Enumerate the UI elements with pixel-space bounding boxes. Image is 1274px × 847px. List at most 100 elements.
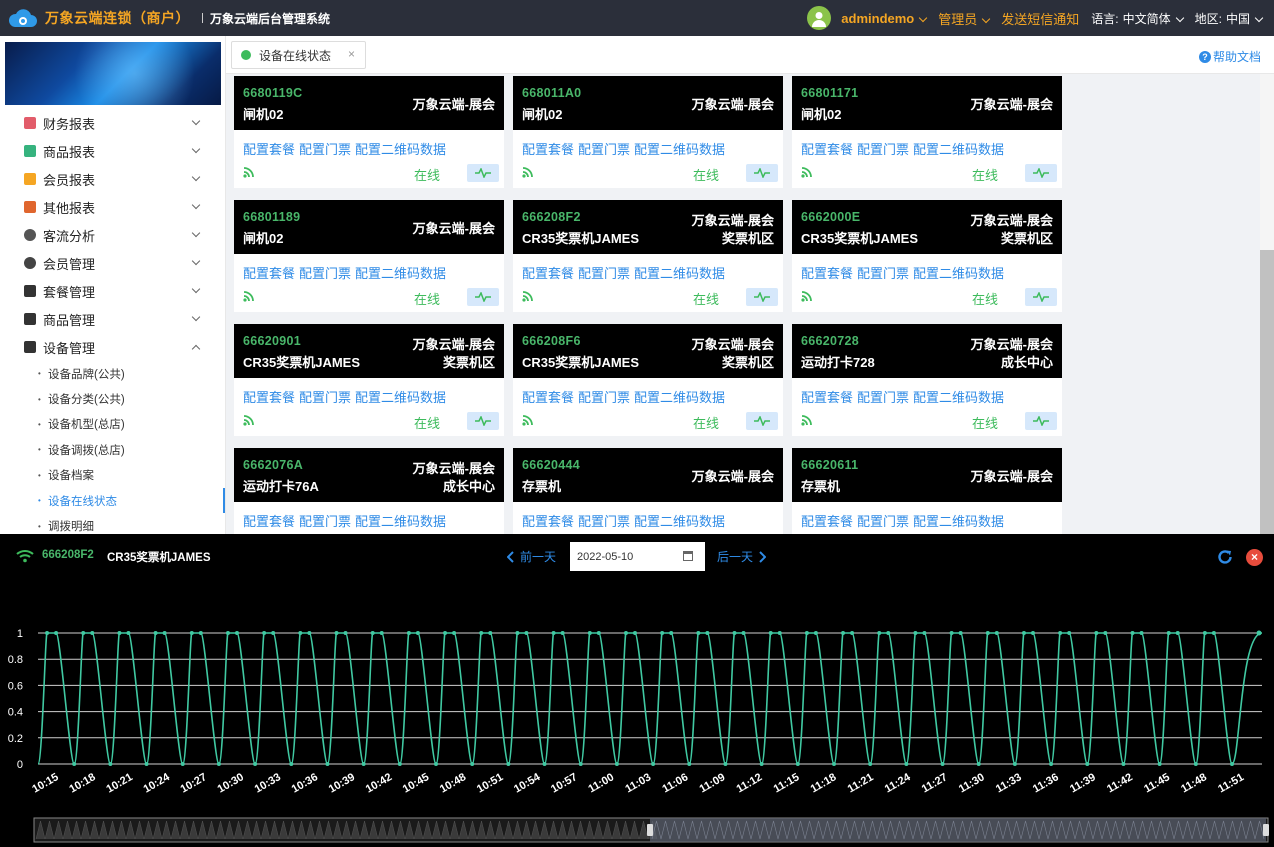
avatar[interactable] (807, 6, 832, 30)
config-package-link[interactable]: 配置套餐 (801, 514, 853, 529)
device-card-header: 6680119C 闸机02 万象云端-展会 (234, 76, 504, 130)
config-qrcode-link[interactable]: 配置二维码数据 (355, 142, 446, 157)
config-package-link[interactable]: 配置套餐 (522, 266, 574, 281)
send-sms-link[interactable]: 发送短信通知 (1001, 9, 1079, 28)
config-ticket-link[interactable]: 配置门票 (299, 266, 351, 281)
submenu-item[interactable]: 设备品牌(公共) (0, 361, 225, 386)
config-qrcode-link[interactable]: 配置二维码数据 (913, 142, 1004, 157)
zoom-handle-left[interactable] (647, 824, 653, 836)
config-ticket-link[interactable]: 配置门票 (857, 266, 909, 281)
config-package-link[interactable]: 配置套餐 (522, 390, 574, 405)
config-package-link[interactable]: 配置套餐 (801, 390, 853, 405)
x-tick-label: 10:57 (549, 771, 579, 795)
config-ticket-link[interactable]: 配置门票 (578, 266, 630, 281)
config-package-link[interactable]: 配置套餐 (801, 266, 853, 281)
chevron-down-icon (191, 256, 201, 266)
config-package-link[interactable]: 配置套餐 (243, 390, 295, 405)
sidebar-item-5[interactable]: 会员管理 (0, 249, 225, 277)
username-dropdown[interactable]: admindemo (841, 11, 928, 26)
config-package-link[interactable]: 配置套餐 (243, 514, 295, 529)
device-card: 6662000E CR35奖票机JAMES 万象云端-展会 奖票机区 配置套餐 配置门票配… (792, 200, 1062, 312)
config-qrcode-link[interactable]: 配置二维码数据 (634, 390, 725, 405)
sidebar-item-1[interactable]: 商品报表 (0, 137, 225, 165)
config-package-link[interactable]: 配置套餐 (801, 142, 853, 157)
submenu-item[interactable]: 设备在线状态 (0, 487, 225, 514)
config-qrcode-link[interactable]: 配置二维码数据 (913, 514, 1004, 529)
config-qrcode-link[interactable]: 配置二维码数据 (913, 266, 1004, 281)
y-tick-label: 0.6 (8, 680, 23, 692)
device-card-header: 66620728 运动打卡728 万象云端-展会 成长中心 (792, 324, 1062, 378)
role-dropdown[interactable]: 管理员 (938, 9, 991, 28)
config-ticket-link[interactable]: 配置门票 (299, 390, 351, 405)
tab-device-online-status[interactable]: 设备在线状态 × (231, 41, 366, 69)
config-qrcode-link[interactable]: 配置二维码数据 (355, 390, 446, 405)
config-ticket-link[interactable]: 配置门票 (857, 142, 909, 157)
view-status-chart-button[interactable] (746, 288, 778, 306)
data-point (289, 762, 294, 766)
device-card-header: 6662076A 运动打卡76A 万象云端-展会 成长中心 (234, 448, 504, 502)
config-qrcode-link[interactable]: 配置二维码数据 (355, 514, 446, 529)
config-ticket-link[interactable]: 配置门票 (857, 390, 909, 405)
view-status-chart-button[interactable] (1025, 412, 1057, 430)
config-package-link[interactable]: 配置套餐 (522, 142, 574, 157)
sidebar-item-2[interactable]: 会员报表 (0, 165, 225, 193)
config-ticket-link[interactable]: 配置门票 (578, 514, 630, 529)
x-tick-label: 10:48 (438, 771, 468, 795)
sidebar-item-4[interactable]: 客流分析 (0, 221, 225, 249)
config-ticket-link[interactable]: 配置门票 (299, 514, 351, 529)
content-scrollbar[interactable] (1260, 74, 1274, 534)
status-badge: 在线 (413, 168, 440, 183)
view-status-chart-button[interactable] (1025, 288, 1057, 306)
data-point (1175, 631, 1180, 635)
view-status-chart-button[interactable] (1025, 164, 1057, 182)
x-tick-label: 10:39 (327, 771, 357, 795)
data-point (506, 762, 511, 766)
config-package-link[interactable]: 配置套餐 (522, 514, 574, 529)
y-tick-label: 0.8 (8, 654, 23, 666)
status-badge: 在线 (971, 168, 998, 183)
device-location: 万象云端-展会 (412, 337, 495, 352)
language-dropdown[interactable]: 中文简体 (1123, 10, 1184, 27)
app-subtitle: 万象云端后台管理系统 (210, 11, 331, 26)
sidebar-item-0[interactable]: 财务报表 (0, 109, 225, 137)
sidebar-item-8[interactable]: 设备管理 (0, 333, 225, 361)
config-ticket-link[interactable]: 配置门票 (578, 390, 630, 405)
view-status-chart-button[interactable] (467, 412, 499, 430)
x-tick-label: 11:06 (660, 771, 690, 795)
chevron-down-icon (1254, 13, 1264, 22)
config-ticket-link[interactable]: 配置门票 (299, 142, 351, 157)
y-tick-label: 0.2 (8, 733, 23, 745)
data-point (1058, 631, 1063, 635)
help-doc-link[interactable]: ? 帮助文档 (1198, 48, 1261, 65)
config-qrcode-link[interactable]: 配置二维码数据 (913, 390, 1004, 405)
view-status-chart-button[interactable] (746, 164, 778, 182)
config-ticket-link[interactable]: 配置门票 (857, 514, 909, 529)
data-point (72, 762, 77, 766)
submenu-item[interactable]: 设备分类(公共) (0, 386, 225, 411)
submenu-item[interactable]: 设备档案 (0, 463, 225, 488)
sidebar-item-6[interactable]: 套餐管理 (0, 277, 225, 305)
zoom-handle-right[interactable] (1263, 824, 1269, 836)
config-qrcode-link[interactable]: 配置二维码数据 (634, 266, 725, 281)
view-status-chart-button[interactable] (467, 164, 499, 182)
config-qrcode-link[interactable]: 配置二维码数据 (634, 142, 725, 157)
data-point (723, 762, 728, 766)
config-qrcode-link[interactable]: 配置二维码数据 (634, 514, 725, 529)
data-point (343, 631, 348, 635)
view-status-chart-button[interactable] (746, 412, 778, 430)
device-card-header: 66620611 存票机 万象云端-展会 (792, 448, 1062, 502)
view-status-chart-button[interactable] (467, 288, 499, 306)
submenu-item[interactable]: 设备调拨(总店) (0, 437, 225, 462)
online-status-chart: 0 0.2 0.4 0.6 0.8 1 10:15 10:18 10:21 10:24 10:27 1… (8, 628, 1269, 843)
config-qrcode-link[interactable]: 配置二维码数据 (355, 266, 446, 281)
config-ticket-link[interactable]: 配置门票 (578, 142, 630, 157)
x-tick-label: 10:36 (290, 771, 320, 795)
submenu-item[interactable]: 设备机型(总店) (0, 412, 225, 437)
scrollbar-thumb[interactable] (1260, 250, 1274, 534)
config-package-link[interactable]: 配置套餐 (243, 142, 295, 157)
config-package-link[interactable]: 配置套餐 (243, 266, 295, 281)
sidebar-item-3[interactable]: 其他报表 (0, 193, 225, 221)
region-dropdown[interactable]: 中国 (1226, 10, 1264, 27)
close-icon[interactable]: × (348, 47, 355, 61)
sidebar-item-7[interactable]: 商品管理 (0, 305, 225, 333)
